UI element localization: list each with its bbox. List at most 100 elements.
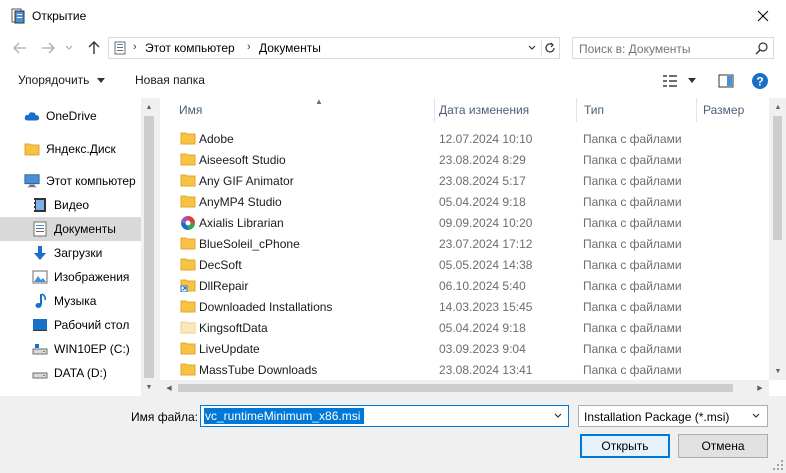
preview-pane-button[interactable] xyxy=(717,72,735,90)
sidebar-item-onedrive[interactable]: OneDrive xyxy=(0,104,141,128)
scrollbar-thumb[interactable] xyxy=(773,116,782,240)
view-dropdown-button[interactable] xyxy=(686,72,698,90)
scroll-up-icon[interactable]: ▲ xyxy=(142,100,156,114)
filename-combobox[interactable] xyxy=(200,405,569,427)
cancel-button[interactable]: Отмена xyxy=(678,434,768,458)
arrow-up-icon xyxy=(88,41,100,54)
scroll-left-icon[interactable]: ◀ xyxy=(162,381,176,395)
sidebar-item-drive-c[interactable]: WIN10EP (C:) xyxy=(0,337,141,361)
filename-input[interactable] xyxy=(204,408,364,424)
address-bar[interactable]: › Этот компьютер › Документы xyxy=(108,37,560,59)
file-name: Aiseesoft Studio xyxy=(199,153,286,167)
folder-icon xyxy=(180,131,196,145)
up-button[interactable] xyxy=(84,38,104,58)
arrow-right-icon xyxy=(42,42,55,54)
scroll-right-icon[interactable]: ▶ xyxy=(753,381,767,395)
folder-icon xyxy=(180,362,196,376)
view-options-button[interactable] xyxy=(661,72,679,90)
file-date: 23.07.2024 17:12 xyxy=(439,237,533,251)
breadcrumb-documents[interactable]: Документы xyxy=(259,41,321,55)
file-row[interactable]: Axialis Librarian 09.09.2024 10:20 Папка с… xyxy=(172,212,764,233)
filename-history-button[interactable] xyxy=(551,409,565,423)
search-input[interactable] xyxy=(579,41,749,56)
file-row[interactable]: Adobe 12.07.2024 10:10 Папка с файлами xyxy=(172,128,764,149)
sidebar-item-music[interactable]: Музыка xyxy=(0,289,141,313)
organize-label: Упорядочить xyxy=(18,73,90,87)
column-header-size[interactable]: Размер xyxy=(703,98,769,122)
column-header-type[interactable]: Тип xyxy=(584,98,695,122)
documents-icon xyxy=(32,221,48,237)
sidebar-item-images[interactable]: Изображения xyxy=(0,265,141,289)
file-list-horizontal-scrollbar[interactable]: ◀ ▶ xyxy=(160,380,769,396)
file-date: 05.04.2024 9:18 xyxy=(439,195,526,209)
sidebar-item-yandex-disk[interactable]: Яндекс.Диск xyxy=(0,137,141,161)
back-button[interactable] xyxy=(10,38,30,58)
sidebar-item-video[interactable]: Видео xyxy=(0,193,141,217)
recent-locations-button[interactable] xyxy=(62,38,76,58)
search-box[interactable] xyxy=(572,37,774,59)
filetype-selected: Installation Package (*.msi) xyxy=(584,410,730,424)
downloads-icon xyxy=(32,245,48,261)
column-header-date[interactable]: Дата изменения xyxy=(439,98,576,122)
close-button[interactable] xyxy=(740,0,786,32)
folder-icon xyxy=(180,341,196,355)
computer-icon xyxy=(24,173,40,189)
file-row[interactable]: AnyMP4 Studio 05.04.2024 9:18 Папка с файл… xyxy=(172,191,764,212)
file-row[interactable]: BlueSoleil_cPhone 23.07.2024 17:12 Папка с… xyxy=(172,233,764,254)
folder-icon xyxy=(180,236,196,250)
open-button[interactable]: Открыть xyxy=(580,434,670,458)
column-divider[interactable] xyxy=(576,98,577,122)
column-divider[interactable] xyxy=(696,98,697,122)
drive-icon xyxy=(32,365,48,381)
sidebar-item-this-pc[interactable]: Этот компьютер xyxy=(0,169,141,193)
file-row[interactable]: Downloaded Installations 14.03.2023 15:45… xyxy=(172,296,764,317)
address-history-button[interactable] xyxy=(525,40,539,56)
help-button[interactable]: ? xyxy=(751,72,769,90)
folder-icon xyxy=(180,257,196,271)
column-header-name[interactable]: Имя ▲ xyxy=(179,98,434,122)
file-type: Папка с файлами xyxy=(583,153,682,167)
file-name: BlueSoleil_cPhone xyxy=(199,237,300,251)
sidebar-item-downloads[interactable]: Загрузки xyxy=(0,241,141,265)
sidebar-item-desktop[interactable]: Рабочий стол xyxy=(0,313,141,337)
file-row[interactable]: LiveUpdate 03.09.2023 9:04 Папка с файлами xyxy=(172,338,764,359)
file-row[interactable]: Any GIF Animator 23.08.2024 5:17 Папка с ф… xyxy=(172,170,764,191)
forward-button[interactable] xyxy=(38,38,58,58)
sidebar-item-drive-d[interactable]: DATA (D:) xyxy=(0,361,141,385)
scroll-up-icon[interactable]: ▲ xyxy=(771,100,785,114)
file-date: 14.03.2023 15:45 xyxy=(439,300,533,314)
filetype-select[interactable]: Installation Package (*.msi) xyxy=(578,405,768,427)
new-folder-button[interactable]: Новая папка xyxy=(135,73,205,87)
drive-icon xyxy=(32,341,48,357)
file-row[interactable]: Aiseesoft Studio 23.08.2024 8:29 Папка с ф… xyxy=(172,149,764,170)
file-row[interactable]: MassTube Downloads 23.08.2024 13:41 Папка … xyxy=(172,359,764,380)
navigation-pane-scrollbar[interactable]: ▲ ▼ xyxy=(141,98,157,396)
scrollbar-thumb[interactable] xyxy=(144,116,154,378)
arrow-left-icon xyxy=(13,42,26,54)
svg-text:?: ? xyxy=(756,75,763,89)
resize-grip-icon[interactable] xyxy=(772,459,784,471)
scroll-down-icon[interactable]: ▼ xyxy=(771,364,785,378)
file-row[interactable]: DllRepair 06.10.2024 5:40 Папка с файлами xyxy=(172,275,764,296)
desktop-icon xyxy=(32,317,48,333)
music-icon xyxy=(32,293,48,309)
column-divider[interactable] xyxy=(434,98,435,122)
folder-icon xyxy=(180,299,196,313)
folder-icon xyxy=(180,152,196,166)
file-row[interactable]: KingsoftData 05.04.2024 9:18 Папка с файла… xyxy=(172,317,764,338)
file-type: Папка с файлами xyxy=(583,174,682,188)
breadcrumb-this-pc[interactable]: Этот компьютер xyxy=(145,41,235,55)
search-icon[interactable] xyxy=(755,41,769,55)
file-type: Папка с файлами xyxy=(583,279,682,293)
file-type: Папка с файлами xyxy=(583,237,682,251)
breadcrumb-separator-icon: › xyxy=(133,41,137,53)
file-row[interactable]: DecSoft 05.05.2024 14:38 Папка с файлами xyxy=(172,254,764,275)
organize-button[interactable]: Упорядочить xyxy=(18,73,105,87)
file-list-vertical-scrollbar[interactable]: ▲ ▼ xyxy=(769,98,786,380)
scroll-down-icon[interactable]: ▼ xyxy=(142,380,156,394)
chevron-down-icon xyxy=(528,45,536,50)
file-list: Имя ▲ Дата изменения Тип Размер Adobe 12.… xyxy=(160,98,786,396)
sidebar-item-documents[interactable]: Документы xyxy=(0,217,141,241)
scrollbar-thumb[interactable] xyxy=(178,384,733,392)
refresh-button[interactable] xyxy=(541,40,557,56)
